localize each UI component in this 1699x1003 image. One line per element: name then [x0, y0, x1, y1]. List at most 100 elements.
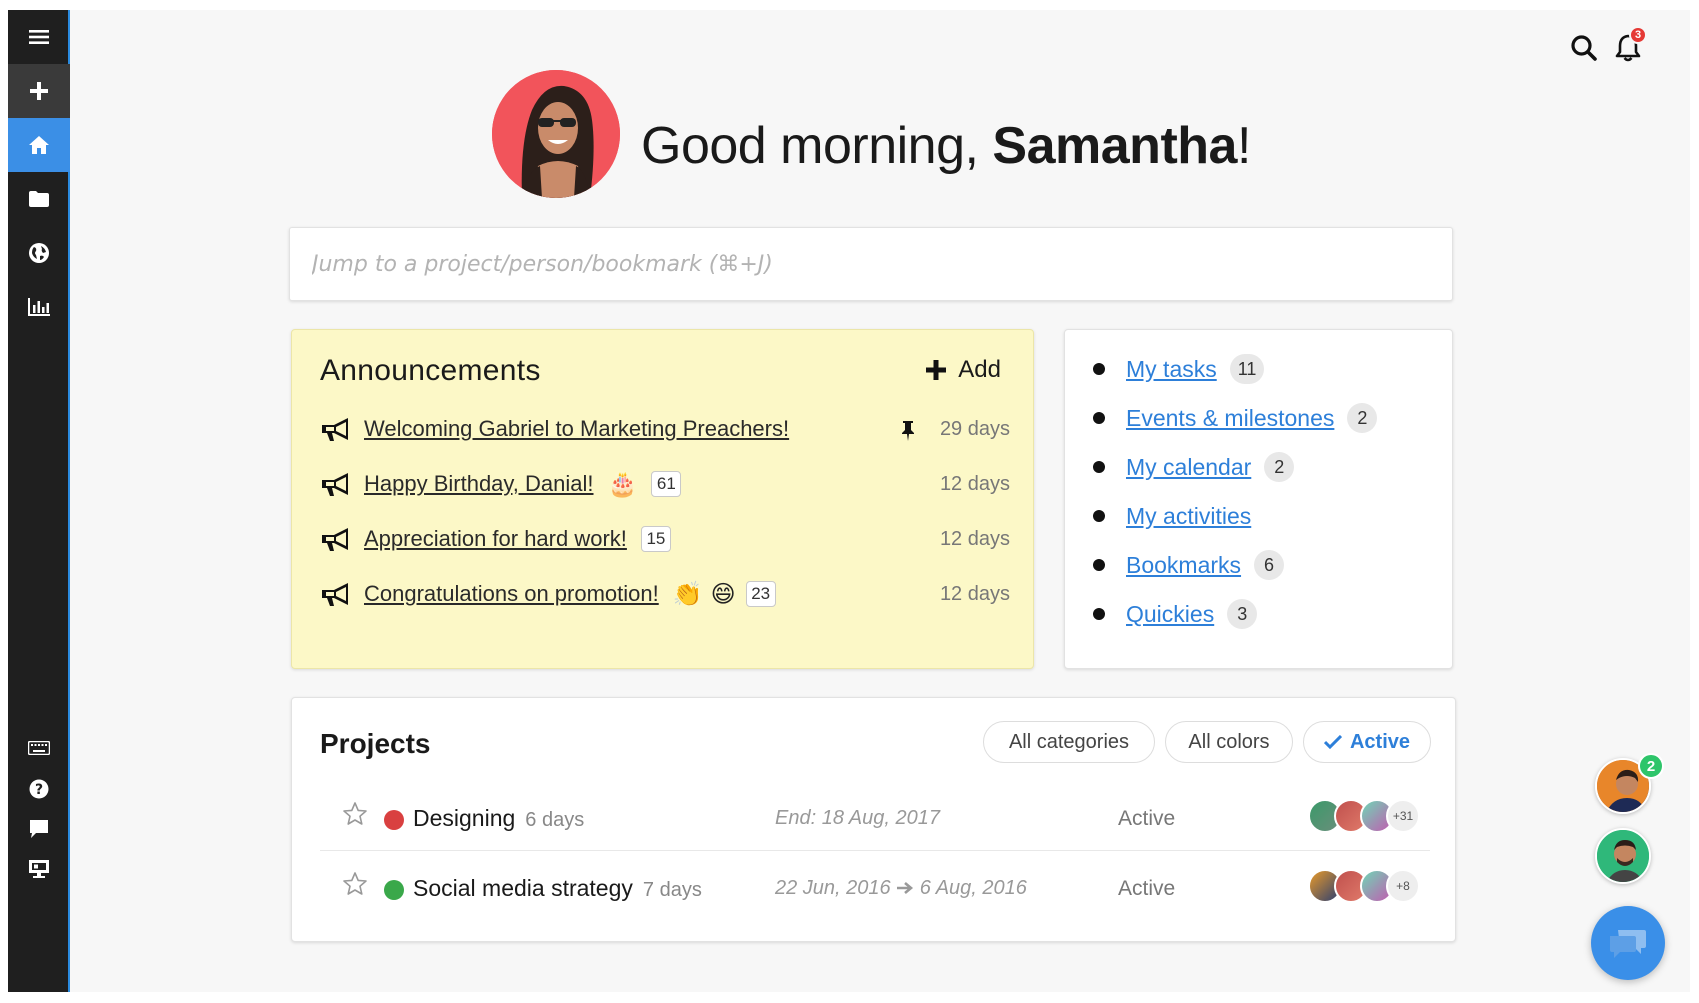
comment-count[interactable]: 15	[640, 526, 671, 552]
megaphone-icon	[322, 473, 348, 496]
clap-emoji: 👏	[672, 580, 703, 608]
filter-active[interactable]: Active	[1303, 721, 1431, 763]
more-members-count: +31	[1386, 799, 1420, 833]
announcement-item: Congratulations on promotion! 👏 😄 23 12 …	[320, 577, 1010, 611]
pin-icon	[902, 421, 914, 441]
home-icon	[29, 136, 49, 154]
sidebar-item-projects[interactable]	[8, 172, 70, 226]
announcement-link[interactable]: Appreciation for hard work!	[364, 526, 627, 552]
star-icon[interactable]	[342, 871, 368, 897]
search-icon	[1571, 35, 1597, 61]
my-tasks-link[interactable]: My tasks	[1126, 356, 1217, 383]
cake-emoji: 🎂	[607, 470, 638, 498]
jump-search-input[interactable]	[312, 251, 1452, 277]
present-button[interactable]	[8, 846, 70, 892]
smile-emoji: 😄	[710, 580, 736, 608]
chat-contact-avatar[interactable]	[1595, 828, 1651, 884]
announcement-days: 12 days	[939, 527, 1010, 550]
keyboard-shortcuts-button[interactable]	[8, 724, 70, 772]
star-icon[interactable]	[342, 801, 368, 827]
sidebar: ?	[8, 10, 70, 992]
project-end-date: End: 18 Aug, 2017	[775, 807, 940, 829]
user-avatar[interactable]	[492, 70, 620, 198]
announcement-link[interactable]: Congratulations on promotion!	[364, 581, 659, 607]
announcement-item: Appreciation for hard work! 15 12 days	[320, 522, 1010, 556]
project-color-dot	[384, 810, 404, 830]
project-start-date: 22 Jun, 2016	[775, 877, 891, 899]
more-members-count: +8	[1386, 869, 1420, 903]
megaphone-icon	[322, 528, 348, 551]
filter-active-label: Active	[1349, 730, 1411, 753]
quick-link-activities: My activities	[1093, 499, 1251, 533]
sidebar-item-home[interactable]	[8, 118, 70, 172]
svg-text:?: ?	[35, 782, 43, 798]
greeting-heading: Good morning, Samantha!	[641, 116, 1251, 176]
plus-icon	[30, 82, 48, 100]
plus-icon	[926, 360, 947, 380]
events-milestones-link[interactable]: Events & milestones	[1126, 405, 1334, 432]
comment-icon	[30, 820, 48, 838]
bullet	[1093, 412, 1105, 424]
quickies-link[interactable]: Quickies	[1126, 601, 1214, 628]
add-announcement-button[interactable]: Add	[926, 356, 1001, 384]
bullet	[1093, 510, 1105, 522]
bookmarks-link[interactable]: Bookmarks	[1126, 552, 1241, 579]
user-photo	[492, 70, 620, 198]
checkmark-icon	[1323, 735, 1342, 749]
my-calendar-link[interactable]: My calendar	[1126, 454, 1251, 481]
announcement-item: Happy Birthday, Danial! 🎂 61 12 days	[320, 467, 1010, 501]
project-duration: 7 days	[642, 879, 702, 901]
create-button[interactable]	[8, 64, 70, 118]
chat-icon	[1610, 930, 1646, 958]
quick-link-events: Events & milestones 2	[1093, 401, 1378, 435]
quick-link-bookmarks: Bookmarks 6	[1093, 548, 1285, 582]
quick-links-card: My tasks 11 Events & milestones 2 My cal…	[1064, 329, 1453, 669]
megaphone-icon	[322, 418, 348, 441]
chat-button[interactable]	[1591, 906, 1665, 980]
folder-icon	[29, 191, 49, 207]
sidebar-item-reports[interactable]	[8, 280, 70, 334]
my-activities-link[interactable]: My activities	[1126, 503, 1251, 530]
filter-categories[interactable]: All categories	[983, 721, 1155, 763]
jump-search-box[interactable]	[289, 227, 1453, 301]
bullet	[1093, 461, 1105, 473]
globe-icon	[29, 243, 49, 263]
projects-card: Projects All categories All colors Activ…	[291, 697, 1456, 942]
announcement-item: Welcoming Gabriel to Marketing Preachers…	[320, 412, 1010, 446]
project-duration: 6 days	[525, 809, 585, 831]
filter-colors[interactable]: All colors	[1165, 721, 1293, 763]
menu-button[interactable]	[8, 10, 70, 64]
announcement-link[interactable]: Welcoming Gabriel to Marketing Preachers…	[364, 416, 789, 442]
sidebar-item-explore[interactable]	[8, 226, 70, 280]
add-label: Add	[958, 356, 1001, 383]
greeting-name: Samantha	[992, 117, 1237, 175]
announcement-days: 29 days	[939, 417, 1010, 440]
search-button[interactable]	[1566, 28, 1602, 68]
project-row[interactable]: Designing 6 days End: 18 Aug, 2017 Active…	[320, 781, 1430, 851]
comment-count[interactable]: 23	[745, 581, 776, 607]
megaphone-icon	[322, 583, 348, 606]
announcements-title: Announcements	[320, 354, 541, 387]
arrow-right-icon	[897, 882, 914, 894]
count-badge: 6	[1254, 550, 1285, 580]
app-frame: ? 3 Good morning, Samantha! Jump to a pr…	[8, 10, 1690, 992]
contact-photo	[1597, 830, 1649, 882]
greeting-prefix: Good morning,	[641, 117, 993, 175]
comment-count[interactable]: 61	[651, 471, 682, 497]
project-members[interactable]: +8	[1308, 869, 1420, 905]
project-status: Active	[1118, 877, 1176, 900]
keyboard-icon	[28, 741, 50, 755]
monitor-icon	[29, 860, 49, 878]
notifications-button[interactable]: 3	[1610, 26, 1647, 68]
announcement-days: 12 days	[939, 472, 1010, 495]
quick-link-quickies: Quickies 3	[1093, 597, 1258, 631]
menu-icon	[29, 30, 49, 44]
greeting-suffix: !	[1236, 117, 1251, 175]
announcements-card: Announcements Add Welcoming Gabriel to M…	[291, 329, 1034, 669]
project-row[interactable]: Social media strategy 7 days 22 Jun, 2016…	[320, 851, 1430, 921]
count-badge: 3	[1227, 599, 1258, 629]
quick-link-calendar: My calendar 2	[1093, 450, 1295, 484]
project-members[interactable]: +31	[1308, 799, 1420, 835]
project-name: Social media strategy 7 days	[413, 875, 702, 902]
announcement-link[interactable]: Happy Birthday, Danial!	[364, 471, 594, 497]
